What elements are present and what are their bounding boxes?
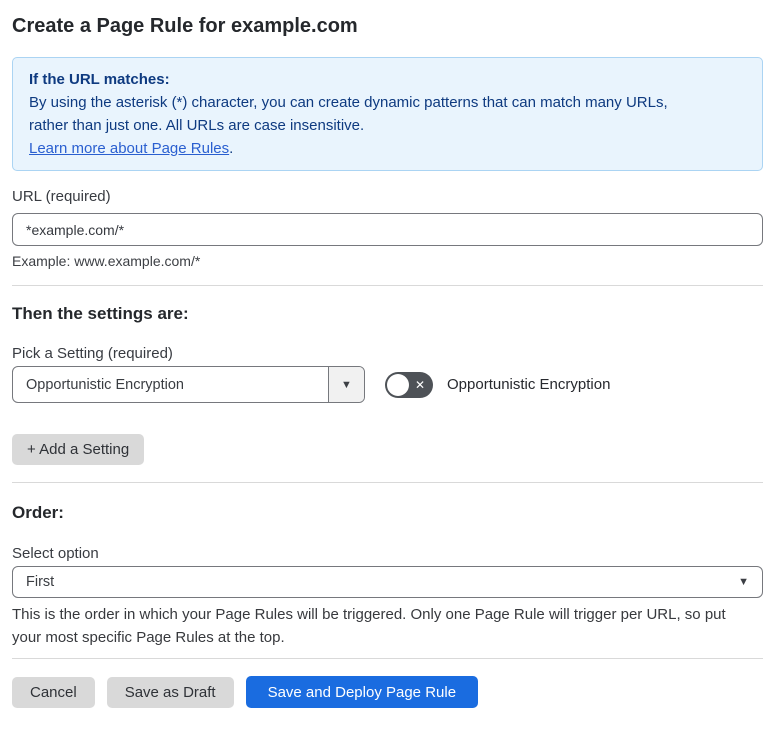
url-input[interactable] [12,213,763,246]
url-example-helper: Example: www.example.com/* [12,253,201,269]
toggle-off-x-icon: ✕ [414,377,425,392]
save-deploy-button[interactable]: Save and Deploy Page Rule [245,676,479,708]
link-suffix: . [229,140,234,157]
divider-order [12,482,763,483]
add-setting-button[interactable]: + Add a Setting [12,434,145,465]
cancel-button[interactable]: Cancel [12,676,95,708]
url-field-label: URL (required) [12,188,111,205]
url-match-info-box: If the URL matches: By using the asteris… [12,57,763,171]
chevron-down-icon: ▼ [341,378,352,391]
opportunistic-encryption-toggle[interactable]: ✕ [385,371,433,398]
settings-row: Opportunistic Encryption ▼ ✕ Opportunist… [12,366,763,403]
order-section-heading: Order: [12,503,64,522]
setting-select-arrow-button[interactable]: ▼ [328,367,364,402]
setting-select[interactable]: Opportunistic Encryption ▼ [12,366,365,403]
footer-buttons: Cancel Save as Draft Save and Deploy Pag… [12,676,763,708]
divider-settings [12,285,763,286]
learn-more-link[interactable]: Learn more about Page Rules [29,140,229,157]
page-rule-form: Create a Page Rule for example.com If th… [0,12,775,708]
order-select[interactable]: First ▼ [12,566,763,598]
chevron-down-icon: ▼ [738,576,749,588]
info-box-body-line1: By using the asterisk (*) character, you… [29,94,668,111]
info-box-heading: If the URL matches: [29,71,170,88]
divider-footer [12,658,763,659]
order-select-value: First [26,574,55,590]
save-draft-button[interactable]: Save as Draft [106,676,234,708]
order-helper-text: This is the order in which your Page Rul… [12,606,726,646]
toggle-knob [387,373,409,396]
pick-setting-label: Pick a Setting (required) [12,345,173,362]
order-select-label: Select option [12,545,99,562]
setting-select-value: Opportunistic Encryption [26,376,184,393]
toggle-label: Opportunistic Encryption [447,376,611,393]
info-box-link-line: Learn more about Page Rules. [29,137,746,160]
info-box-body-line2: rather than just one. All URLs are case … [29,117,365,134]
page-title: Create a Page Rule for example.com [12,15,358,37]
settings-section-heading: Then the settings are: [12,304,189,323]
